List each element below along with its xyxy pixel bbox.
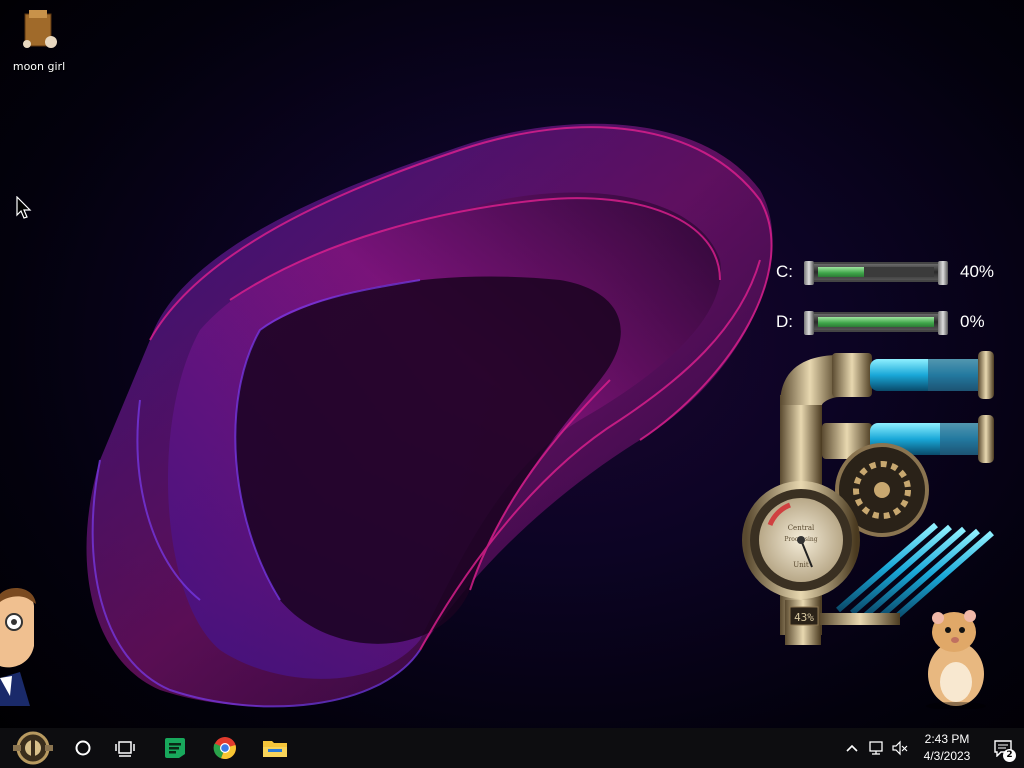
drive-meter-c: C: 40%: [776, 259, 1006, 285]
start-button[interactable]: [0, 728, 66, 768]
drive-percent: 0%: [960, 312, 985, 331]
dial-text: Unit: [793, 561, 809, 569]
drive-usage-fill: [818, 267, 865, 277]
drive-usage-bar: [804, 261, 948, 285]
desktop-icon-moon-girl[interactable]: moon girl: [4, 8, 74, 73]
pipe-elbow: [780, 355, 840, 405]
drive-usage-bar: [804, 311, 948, 335]
show-hidden-icons-button[interactable]: [840, 728, 864, 768]
clock[interactable]: 2:43 PM 4/3/2023: [912, 731, 982, 765]
network-icon: [869, 741, 883, 755]
search-button[interactable]: [66, 728, 100, 768]
cortana-circle-icon: [75, 740, 91, 756]
taskbar-app-file-explorer[interactable]: [250, 728, 300, 768]
steampunk-start-orb-icon: [13, 731, 53, 765]
sheets-app-icon: [165, 738, 185, 758]
moon-girl-app-icon: [19, 8, 59, 52]
network-button[interactable]: [864, 728, 888, 768]
task-view-button[interactable]: [100, 728, 150, 768]
drive-label: C:: [776, 262, 793, 281]
drive-label: D:: [776, 312, 793, 331]
dial-text: Central: [788, 524, 815, 532]
mouse-cursor-icon: [16, 196, 32, 219]
gauge-readout: 43%: [794, 611, 814, 624]
drive-meter-d: D: 0%: [776, 309, 1006, 335]
action-center-button[interactable]: 2: [982, 728, 1024, 768]
taskbar-app-chrome[interactable]: [200, 728, 250, 768]
drive-usage-fill: [818, 317, 934, 327]
file-explorer-icon: [263, 741, 287, 757]
chevron-up-icon: [846, 744, 858, 752]
task-view-icon: [115, 741, 135, 757]
system-tray: 2:43 PM 4/3/2023 2: [840, 728, 1024, 768]
volume-button[interactable]: [888, 728, 912, 768]
hamster-icon: [926, 610, 986, 709]
taskbar: 2:43 PM 4/3/2023 2: [0, 728, 1024, 768]
drive-percent: 40%: [960, 262, 995, 281]
chrome-icon: [213, 737, 236, 760]
desktop-icon-label: moon girl: [12, 60, 66, 73]
clock-time: 2:43 PM: [924, 732, 970, 746]
notification-count-badge: 2: [1003, 749, 1016, 762]
cartoon-character-icon: [0, 588, 36, 706]
volume-muted-icon: [892, 740, 908, 756]
clock-date: 4/3/2023: [923, 749, 971, 763]
taskbar-app-sheets[interactable]: [150, 728, 200, 768]
